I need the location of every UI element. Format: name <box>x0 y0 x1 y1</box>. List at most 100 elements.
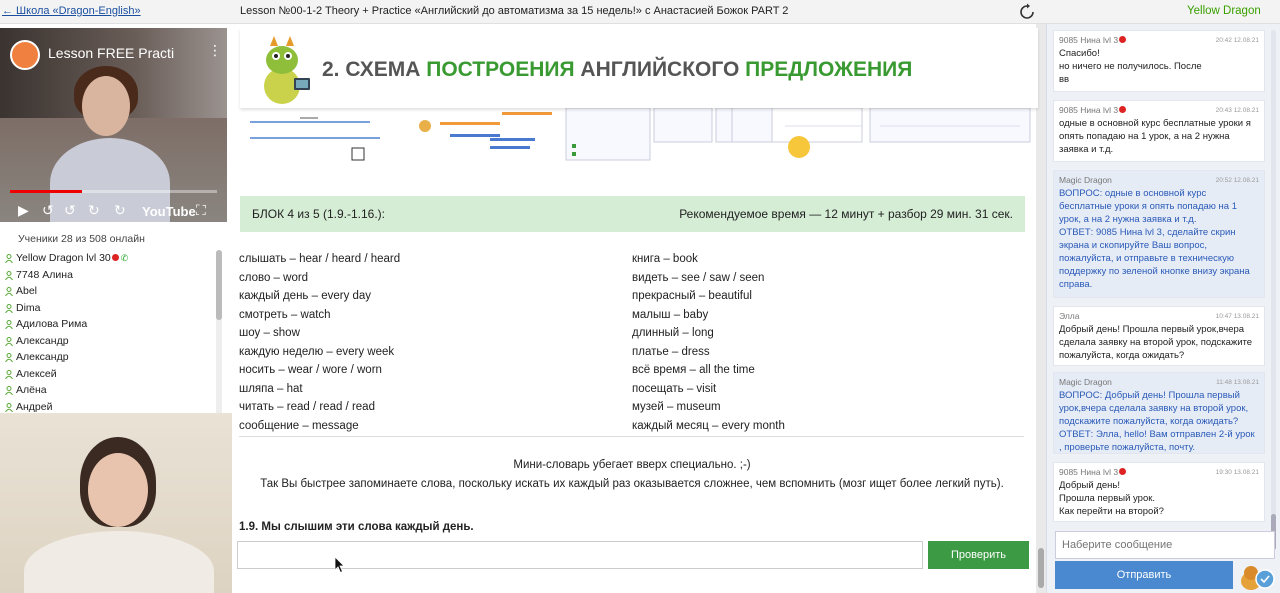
chat-message-input[interactable] <box>1055 531 1275 559</box>
lesson-video-player[interactable]: Lesson FREE Practi... ⋮ ▶ ↺ ↺ ↻ ↻ YouTub… <box>0 28 227 222</box>
video-title[interactable]: Lesson FREE Practi... <box>48 45 174 61</box>
chat-message: Magic Dragon 20:52 12.08.21 ВОПРОС: одные … <box>1053 170 1265 298</box>
forward-5-icon[interactable]: ↻ <box>114 202 126 219</box>
rewind-icon[interactable]: ↺ <box>42 202 54 219</box>
section-header: 2. СХЕМА ПОСТРОЕНИЯ АНГЛИЙСКОГО ПРЕДЛОЖЕ… <box>240 28 1038 108</box>
student-list-item[interactable]: 7748 Алина <box>0 267 226 284</box>
send-message-button[interactable]: Отправить <box>1055 561 1233 589</box>
person-icon <box>5 386 13 395</box>
student-name: Алексей <box>16 367 57 380</box>
support-dragon-icon[interactable] <box>1237 561 1275 591</box>
sentence-scheme-diagram <box>240 108 1038 164</box>
block-banner: БЛОК 4 из 5 (1.9.-1.16.): Рекомендуемое … <box>240 196 1025 232</box>
vocabulary-item: каждую неделю – every week <box>239 345 395 358</box>
vocabulary-item: музей – museum <box>632 401 721 413</box>
student-list: Yellow Dragon lvl 30 ✆ 7748 Алина Abel Dima А… <box>0 250 226 436</box>
video-menu-icon[interactable]: ⋮ <box>208 42 222 59</box>
lesson-title: Lesson №00-1-2 Theory + Practice «Англий… <box>240 5 789 17</box>
apple-icon <box>1119 468 1127 475</box>
chat-message-time: 20:43 12.08.21 <box>1215 107 1259 114</box>
vocabulary-item: слово – word <box>239 271 309 284</box>
chat-message-text: ВОПРОС: Добрый день! Прошла первый урок,… <box>1059 390 1255 453</box>
current-user-name[interactable]: Yellow Dragon <box>1187 5 1261 17</box>
check-answer-button[interactable]: Проверить <box>928 541 1029 569</box>
person-icon <box>5 254 13 263</box>
left-panel: Lesson FREE Practi... ⋮ ▶ ↺ ↺ ↻ ↻ YouTub… <box>0 24 238 593</box>
teacher-body <box>24 531 214 593</box>
vocabulary-right-column: книга – book видеть – see / saw / seen пре… <box>632 250 1012 435</box>
vocabulary-item: платье – dress <box>632 345 710 358</box>
vocabulary-item: сообщение – message <box>239 419 359 432</box>
vocabulary-item: длинный – long <box>632 327 714 339</box>
lesson-scrollbar[interactable] <box>1036 24 1046 593</box>
scrollbar-thumb[interactable] <box>216 250 222 320</box>
forward-icon[interactable]: ↻ <box>88 202 100 219</box>
chat-message-time: 10:47 13.08.21 <box>1215 313 1259 320</box>
teacher-webcam <box>0 413 238 593</box>
person-icon <box>5 303 13 313</box>
school-back-link[interactable]: ← Школа «Dragon-English» <box>2 5 141 17</box>
chat-message-time: 20:52 12.08.21 <box>1215 177 1259 184</box>
rewind-5-icon[interactable]: ↺ <box>64 202 76 219</box>
chat-scrollbar[interactable] <box>1271 30 1276 550</box>
youtube-logo[interactable]: YouTube <box>142 204 196 219</box>
chat-message-time: 11:48 13.08.21 <box>1216 379 1259 386</box>
student-name: Александр <box>16 351 69 363</box>
section-title: 2. СХЕМА ПОСТРОЕНИЯ АНГЛИЙСКОГО ПРЕДЛОЖЕ… <box>322 58 912 82</box>
fullscreen-icon[interactable]: ⛶ <box>196 202 206 219</box>
chat-message-text: Спасибо! но ничего не получилось. После … <box>1059 48 1202 85</box>
student-name: Адилова Рима <box>16 318 88 330</box>
vocabulary-item: шоу – show <box>239 327 300 339</box>
student-list-item[interactable]: Александр <box>0 333 226 350</box>
vocabulary-left-column: слышать – hear / heard / heard слово – wo… <box>239 250 619 435</box>
section-title-part: ПОСТРОЕНИЯ <box>426 58 575 81</box>
student-list-item[interactable]: Yellow Dragon lvl 30 ✆ <box>0 250 226 267</box>
mouse-cursor-icon <box>334 556 345 574</box>
student-list-item[interactable]: Александр <box>0 349 226 366</box>
play-icon[interactable]: ▶ <box>18 202 29 219</box>
chat-message-time: 19:30 13.08.21 <box>1215 469 1259 476</box>
recommended-time: Рекомендуемое время — 12 минут + разбор … <box>679 207 1013 221</box>
vocabulary-item: каждый месяц – every month <box>632 419 785 432</box>
vocabulary-item: малыш – baby <box>632 308 709 321</box>
block-label: БЛОК 4 из 5 (1.9.-1.16.): <box>252 207 385 221</box>
person-icon <box>5 402 13 412</box>
student-list-item[interactable]: Abel <box>0 283 226 300</box>
video-progress-bar[interactable] <box>10 190 217 193</box>
vocabulary-item: посещать – visit <box>632 382 717 395</box>
chat-message-text: Добрый день! Прошла первый урок. Как пер… <box>1059 480 1164 517</box>
vocabulary-item: смотреть – watch <box>239 308 331 321</box>
student-list-item[interactable]: Алёна <box>0 382 226 399</box>
phone-icon: ✆ <box>120 253 129 263</box>
smiley-emoji-icon <box>788 136 810 158</box>
student-name: Алёна <box>16 384 47 396</box>
section-number: 2. <box>322 58 340 81</box>
chat-message-time: 20:42 12.08.21 <box>1215 37 1259 44</box>
chat-panel: 9085 Нина lvl 3 20:42 12.08.21 Спасибо! но… <box>1046 24 1280 593</box>
chat-message: Элла 10:47 13.08.21 Добрый день! Прошла пе… <box>1053 306 1265 366</box>
chat-message-text: одные в основной курс бесплатные уроки я… <box>1059 118 1251 155</box>
student-name: Abel <box>16 285 38 297</box>
vocabulary-item: читать – read / read / read <box>239 401 375 413</box>
memory-tip-note: Так Вы быстрее запоминаете слова, поскол… <box>260 478 1004 490</box>
person-icon <box>5 336 13 346</box>
apple-icon <box>1119 36 1127 43</box>
student-list-item[interactable]: Адилова Рима <box>0 316 226 333</box>
student-name: Yellow Dragon lvl 30 <box>16 252 111 264</box>
student-list-item[interactable]: Алексей <box>0 366 226 383</box>
teacher-face <box>88 453 148 527</box>
student-name: 7748 Алина <box>16 268 73 281</box>
chat-message: 9085 Нина lvl 3 19:30 13.08.21 Добрый день… <box>1053 462 1265 522</box>
exercise-title: 1.9. Мы слышим эти слова каждый день. <box>239 521 474 533</box>
section-title-text: СХЕМА ПОСТРОЕНИЯ АНГЛИЙСКОГО ПРЕДЛОЖЕНИЯ <box>345 58 912 81</box>
lesson-scrollbar-thumb[interactable] <box>1038 548 1044 588</box>
vocabulary-item: каждый день – every day <box>239 290 372 302</box>
channel-avatar[interactable] <box>10 40 40 70</box>
chat-message-text: Добрый день! Прошла первый урок,вчера сд… <box>1059 324 1253 361</box>
student-list-item[interactable]: Dima <box>0 300 226 317</box>
dragon-mascot-icon <box>264 36 310 104</box>
refresh-icon[interactable] <box>1018 3 1036 21</box>
apple-icon <box>111 254 119 261</box>
section-title-part: СХЕМА <box>345 58 427 81</box>
student-list-scrollbar[interactable] <box>216 250 222 436</box>
